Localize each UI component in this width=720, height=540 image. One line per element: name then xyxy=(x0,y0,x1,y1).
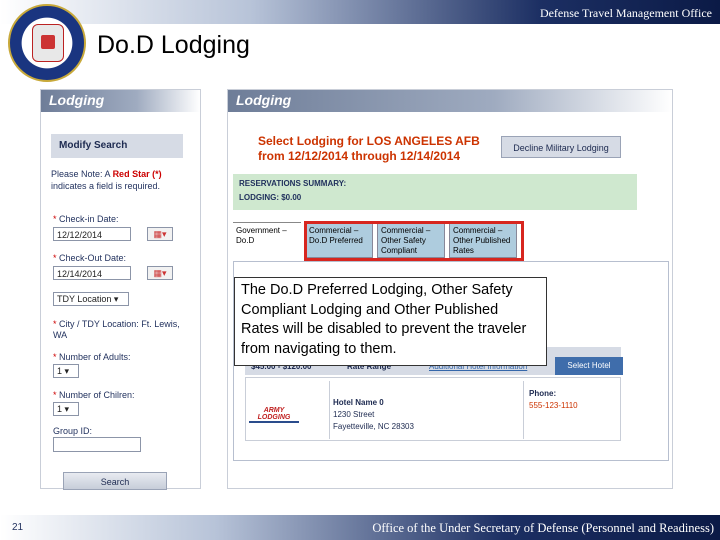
hotel-name: Hotel Name 0 xyxy=(333,398,384,407)
select-hotel-button[interactable]: Select Hotel xyxy=(555,357,623,375)
army-lodging-logo: ARMY LODGING xyxy=(249,407,299,423)
checkin-date-input[interactable]: 12/12/2014 xyxy=(53,227,131,241)
checkout-label: * Check-Out Date: xyxy=(53,253,127,263)
hotel-street: 1230 Street xyxy=(333,410,375,419)
footer-office-name: Office of the Under Secretary of Defense… xyxy=(372,521,714,535)
dtmo-seal-logo xyxy=(8,4,86,82)
location-type-select[interactable]: TDY Location ▾ xyxy=(53,292,129,306)
explanation-callout: The Do.D Preferred Lodging, Other Safety… xyxy=(234,277,547,366)
page-title: Do.D Lodging xyxy=(97,31,250,59)
note-suffix: indicates a field is required. xyxy=(51,181,161,191)
children-select[interactable]: 1 ▾ xyxy=(53,402,79,416)
checkout-date-input[interactable]: 12/14/2014 xyxy=(53,266,131,280)
checkin-label: * Check-in Date: xyxy=(53,214,119,224)
phone-value: 555-123-1110 xyxy=(529,401,578,410)
header-office-name: Defense Travel Management Office xyxy=(539,6,712,20)
required-field-note: Please Note: A Red Star (*) indicates a … xyxy=(51,168,191,192)
checkout-calendar-icon[interactable]: ▦▾ xyxy=(147,266,173,280)
eagle-emblem-icon xyxy=(32,24,64,62)
search-panel-header: Lodging xyxy=(41,90,200,112)
note-prefix: Please Note: A xyxy=(51,169,111,179)
group-id-input[interactable] xyxy=(53,437,141,452)
adults-select[interactable]: 1 ▾ xyxy=(53,364,79,378)
city-label: * City / TDY Location: Ft. Lewis, WA xyxy=(53,319,180,340)
note-red-star: Red Star (*) xyxy=(112,169,162,179)
search-panel-tab-label: Lodging xyxy=(49,92,105,108)
modify-search-heading: Modify Search xyxy=(51,134,183,158)
children-label: * Number of Chilren: xyxy=(53,390,135,400)
checkin-calendar-icon[interactable]: ▦▾ xyxy=(147,227,173,241)
search-panel: Lodging Modify Search Please Note: A Red… xyxy=(40,89,201,490)
adults-label: * Number of Adults: xyxy=(53,352,131,362)
phone-label: Phone: xyxy=(529,389,557,398)
slide-page-number: 21 xyxy=(12,522,24,533)
hotel-row-divider xyxy=(329,381,330,439)
hotel-row-divider xyxy=(523,381,524,439)
hotel-city: Fayetteville, NC 28303 xyxy=(333,422,414,431)
group-id-label: Group ID: xyxy=(53,426,93,436)
search-button[interactable]: Search xyxy=(63,472,167,490)
